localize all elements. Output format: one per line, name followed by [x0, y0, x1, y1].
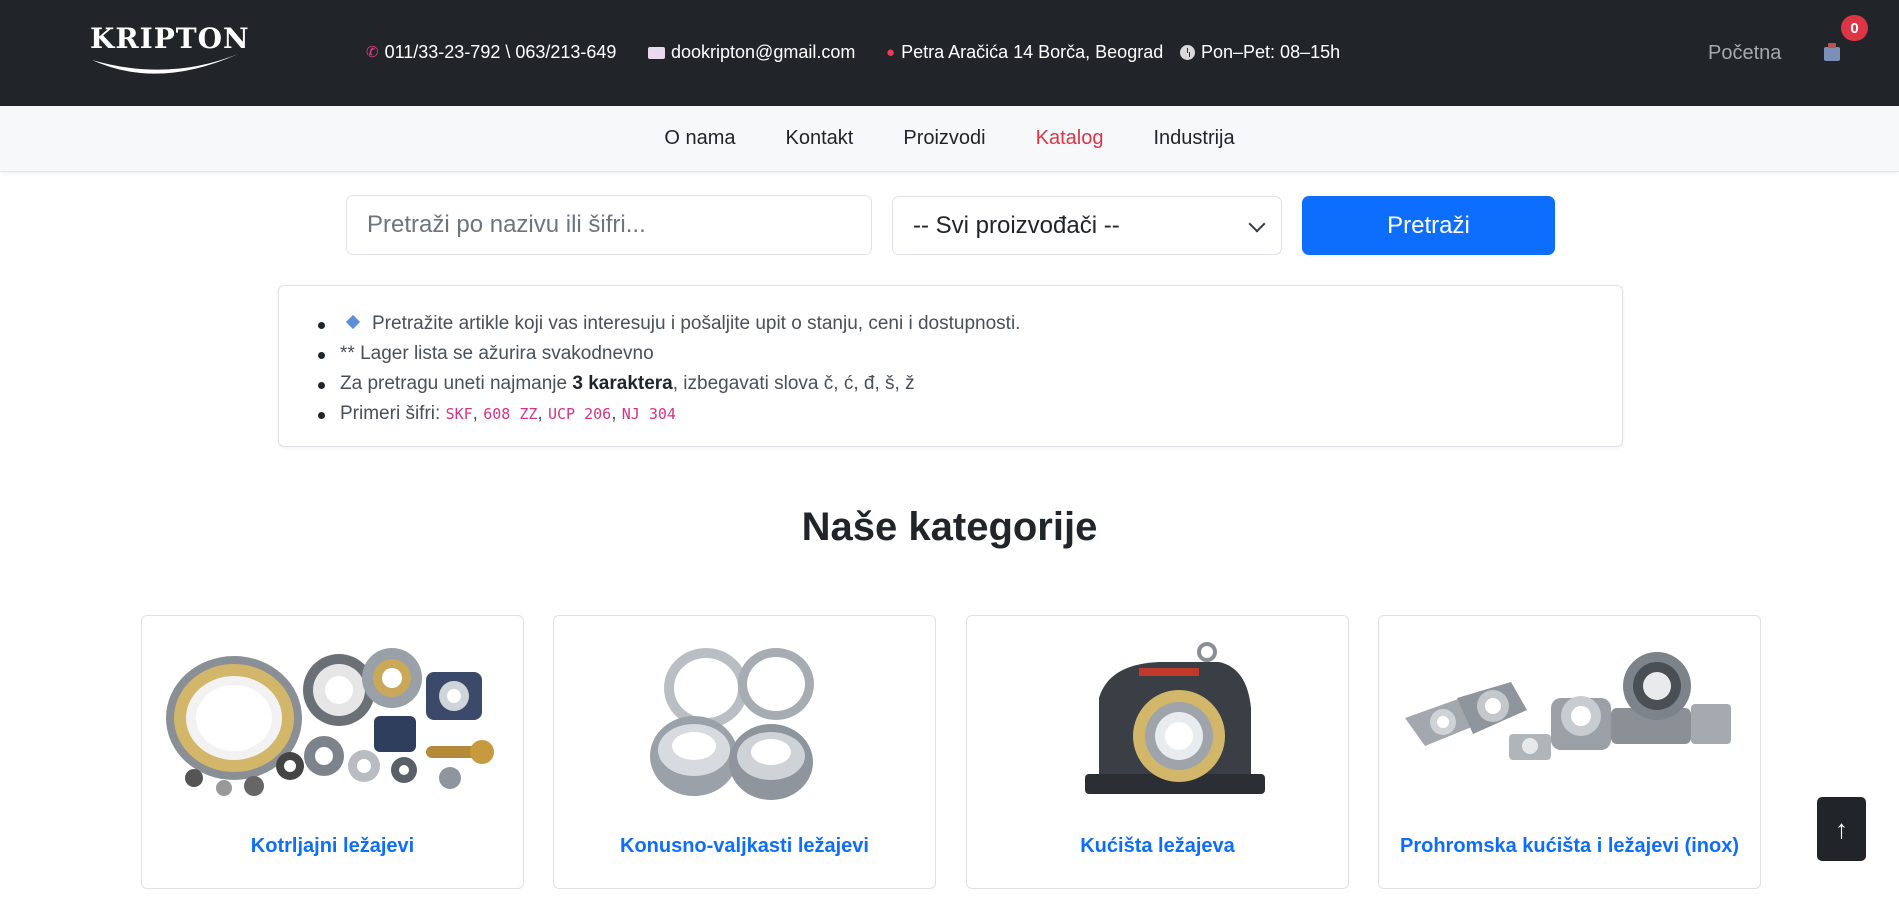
top-bar: KRIPTON ✆ 011/33-23-792 \ 063/213-649 do…: [0, 0, 1899, 106]
info-text: Za pretragu uneti najmanje: [340, 373, 573, 394]
separator: ,: [472, 403, 484, 424]
back-to-top-button[interactable]: ↑: [1817, 797, 1866, 861]
search-button[interactable]: Pretraži: [1302, 196, 1555, 255]
info-item: ** Lager lista se ažurira svakodnevno: [317, 339, 1020, 369]
tapered-bearings-image: [650, 648, 814, 800]
category-card-kotrljajni[interactable]: Kotrljajni ležajevi: [141, 615, 524, 889]
manufacturer-selected-value: -- Svi proizvođači --: [913, 211, 1120, 239]
example-code: 608 ZZ: [483, 405, 538, 423]
category-card-prohromska[interactable]: Prohromska kućišta i ležajevi (inox): [1378, 615, 1761, 889]
bearing-housing-image: [1085, 642, 1265, 794]
cart-icon: [1824, 43, 1840, 61]
separator: ,: [537, 403, 548, 424]
nav-item-kontakt[interactable]: Kontakt: [786, 127, 854, 150]
chevron-down-icon: [1248, 215, 1266, 233]
logo-swoosh: [92, 54, 238, 74]
search-input[interactable]: [346, 195, 872, 255]
contact-email: dookripton@gmail.com: [648, 42, 855, 63]
cart-count-badge: 0: [1841, 15, 1868, 41]
contact-hours: Pon–Pet: 08–15h: [1180, 42, 1340, 63]
stainless-housings-image: [1405, 652, 1731, 760]
phone-text: 011/33-23-792 \ 063/213-649: [384, 42, 617, 62]
info-item: Primeri šifri: SKF, 608 ZZ, UCP 206, NJ …: [317, 399, 1020, 429]
nav-item-industrija[interactable]: Industrija: [1153, 127, 1234, 150]
main-nav: O nama Kontakt Proizvodi Katalog Industr…: [0, 106, 1899, 172]
contact-address: ● Petra Aračića 14 Borča, Beograd: [886, 42, 1163, 63]
pin-icon: ●: [886, 44, 896, 61]
info-emphasis: 3 karaktera: [572, 373, 673, 394]
category-card-kucista[interactable]: Kućišta ležajeva: [966, 615, 1349, 889]
separator: ,: [611, 403, 622, 424]
category-title[interactable]: Kotrljajni ležajevi: [142, 835, 523, 858]
info-text: , izbegavati slova č, ć, đ, š, ž: [672, 373, 915, 394]
category-title[interactable]: Konusno-valjkasti ležajevi: [554, 835, 935, 858]
example-code: UCP 206: [547, 405, 612, 423]
info-text: ** Lager lista se ažurira svakodnevno: [340, 343, 654, 364]
search-info-box: Pretražite artikle koji vas interesuju i…: [278, 285, 1623, 447]
info-text: Pretražite artikle koji vas interesuju i…: [372, 313, 1021, 334]
category-title[interactable]: Kućišta ležajeva: [967, 835, 1348, 858]
info-item: Pretražite artikle koji vas interesuju i…: [317, 309, 1021, 339]
home-link[interactable]: Početna: [1708, 42, 1781, 65]
kripton-logo[interactable]: KRIPTON: [88, 22, 249, 78]
info-item: Za pretragu uneti najmanje 3 karaktera, …: [317, 369, 1020, 399]
cart-button[interactable]: [1822, 43, 1844, 63]
example-code: SKF: [445, 405, 473, 423]
example-code: NJ 304: [621, 405, 676, 423]
nav-item-katalog[interactable]: Katalog: [1036, 127, 1104, 150]
manufacturer-select[interactable]: -- Svi proizvođači --: [892, 196, 1282, 255]
clock-icon: [1180, 45, 1195, 60]
bearings-assortment-image: [166, 648, 494, 796]
category-title[interactable]: Prohromska kućišta i ležajevi (inox): [1379, 835, 1760, 858]
info-text: Primeri šifri:: [340, 403, 446, 424]
email-text: dookripton@gmail.com: [671, 42, 856, 62]
phone-icon: ✆: [366, 44, 379, 61]
mail-icon: [648, 46, 665, 59]
categories-title: Naše kategorije: [801, 505, 1098, 549]
hours-text: Pon–Pet: 08–15h: [1201, 42, 1341, 62]
nav-item-o-nama[interactable]: O nama: [664, 127, 735, 150]
nav-item-proizvodi[interactable]: Proizvodi: [903, 127, 985, 150]
diamond-icon: [345, 314, 361, 330]
contact-phone: ✆ 011/33-23-792 \ 063/213-649: [366, 42, 616, 63]
info-list: Pretražite artikle koji vas interesuju i…: [317, 309, 1021, 429]
category-card-konusno-valjkasti[interactable]: Konusno-valjkasti ležajevi: [553, 615, 936, 889]
address-text: Petra Aračića 14 Borča, Beograd: [901, 42, 1164, 62]
